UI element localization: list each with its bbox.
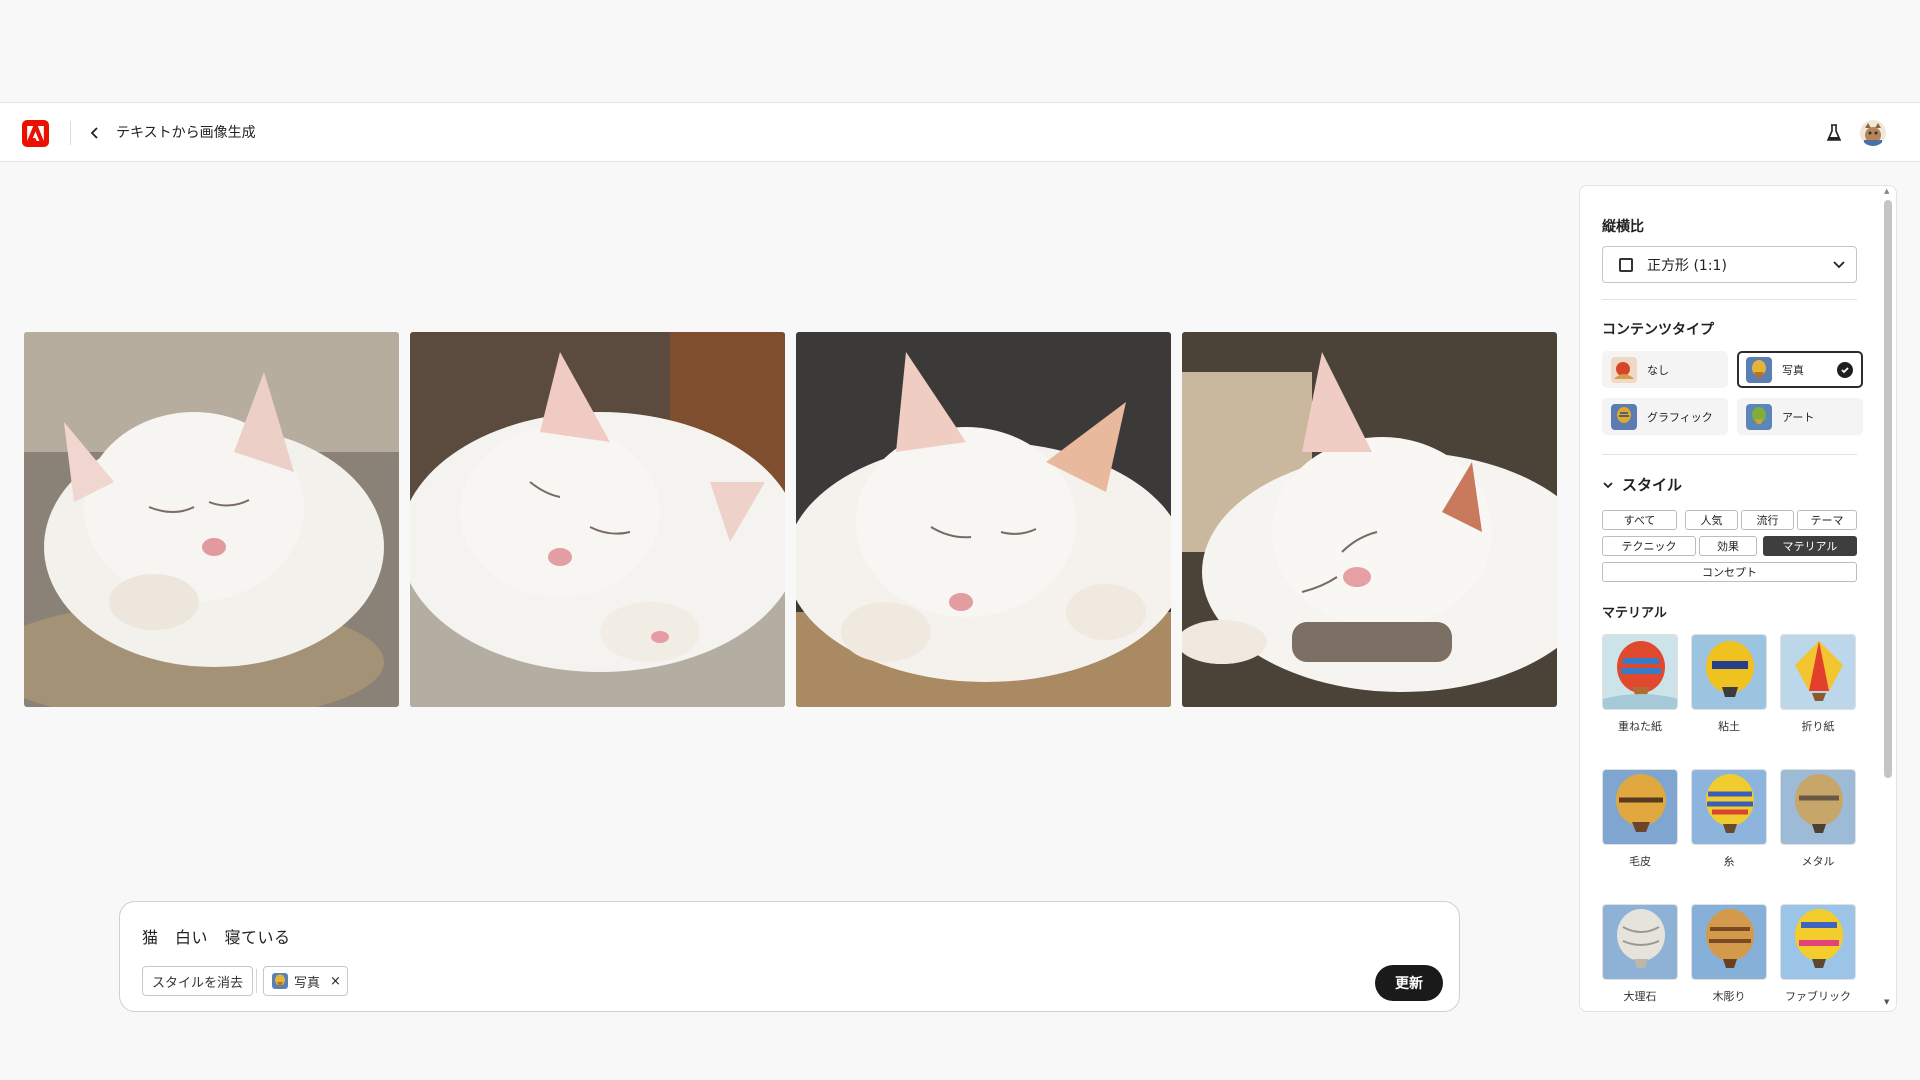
- fur-balloon-icon: [1602, 769, 1678, 845]
- material-label: 木彫り: [1712, 990, 1746, 1003]
- style-chip-label: 写真: [294, 975, 321, 991]
- style-tab-effect[interactable]: 効果: [1699, 536, 1757, 556]
- material-metal[interactable]: メタル: [1780, 769, 1856, 869]
- generated-images-gallery: [24, 332, 1557, 707]
- chip-divider: [256, 969, 257, 993]
- prompt-box: 猫 白い 寝ている スタイルを消去 写真 × 更新: [119, 901, 1460, 1012]
- settings-panel: 縦横比 正方形 (1:1) コンテンツタイプ なし 写真 グラフィック アート …: [1579, 185, 1897, 1012]
- flask-icon: [1826, 124, 1842, 141]
- clear-style-button[interactable]: スタイルを消去: [142, 966, 254, 996]
- layered-paper-balloon-icon: [1602, 634, 1678, 710]
- content-type-none[interactable]: なし: [1602, 351, 1728, 388]
- material-label: 糸: [1723, 855, 1735, 868]
- style-section-toggle[interactable]: スタイル: [1602, 474, 1682, 495]
- chevron-down-icon: [1603, 481, 1613, 488]
- art-thumbnail-icon: [1746, 403, 1772, 430]
- generated-image-4[interactable]: [1182, 332, 1557, 707]
- labs-button[interactable]: [1823, 122, 1845, 144]
- graphic-thumbnail-icon: [1611, 403, 1637, 430]
- photo-thumbnail-icon: [1746, 356, 1772, 383]
- generated-image-2[interactable]: [410, 332, 785, 707]
- chevron-left-icon: [90, 127, 98, 139]
- content-type-photo[interactable]: 写真: [1737, 351, 1863, 388]
- metal-balloon-icon: [1780, 769, 1856, 845]
- content-type-graphic-label: グラフィック: [1647, 410, 1713, 424]
- material-label: 重ねた紙: [1618, 720, 1662, 733]
- style-chip-photo[interactable]: 写真 ×: [263, 966, 348, 996]
- remove-chip-icon[interactable]: ×: [330, 974, 341, 989]
- origami-balloon-icon: [1780, 634, 1856, 710]
- none-thumbnail-icon: [1611, 356, 1637, 383]
- material-section-label: マテリアル: [1602, 606, 1667, 621]
- chevron-down-icon: [1833, 261, 1845, 269]
- panel-scrollbar[interactable]: [1884, 200, 1892, 778]
- material-layered-paper[interactable]: 重ねた紙: [1602, 634, 1678, 734]
- material-label: メタル: [1801, 855, 1835, 868]
- content-type-none-label: なし: [1647, 363, 1669, 377]
- scroll-down-arrow[interactable]: ▼: [1884, 998, 1889, 1006]
- balloon-thumbnail-icon: [272, 973, 288, 989]
- update-button[interactable]: 更新: [1375, 965, 1443, 1001]
- aspect-ratio-select[interactable]: 正方形 (1:1): [1602, 246, 1857, 283]
- style-tab-technique[interactable]: テクニック: [1602, 536, 1696, 556]
- thread-balloon-icon: [1691, 769, 1767, 845]
- clay-balloon-icon: [1691, 634, 1767, 710]
- content-type-label: コンテンツタイプ: [1602, 322, 1714, 338]
- header-divider: [70, 121, 71, 145]
- material-label: 折り紙: [1801, 720, 1835, 733]
- aspect-ratio-value: 正方形 (1:1): [1647, 257, 1727, 274]
- content-type-art-label: アート: [1782, 410, 1815, 424]
- material-origami[interactable]: 折り紙: [1780, 634, 1856, 734]
- material-label: 大理石: [1623, 990, 1657, 1003]
- material-label: 毛皮: [1629, 855, 1651, 868]
- page-title: テキストから画像生成: [116, 125, 256, 141]
- content-type-photo-label: 写真: [1782, 363, 1804, 377]
- app-header: テキストから画像生成: [0, 102, 1920, 162]
- checkmark-icon: [1837, 362, 1853, 378]
- avatar[interactable]: [1860, 120, 1886, 146]
- aspect-ratio-label: 縦横比: [1602, 219, 1644, 235]
- material-fur[interactable]: 毛皮: [1602, 769, 1678, 869]
- style-tab-all[interactable]: すべて: [1602, 510, 1677, 530]
- marble-balloon-icon: [1602, 904, 1678, 980]
- style-tab-popular[interactable]: 人気: [1685, 510, 1738, 530]
- divider: [1602, 454, 1857, 455]
- style-tab-concept[interactable]: コンセプト: [1602, 562, 1857, 582]
- fabric-balloon-icon: [1780, 904, 1856, 980]
- back-button[interactable]: [84, 122, 106, 144]
- style-tab-material[interactable]: マテリアル: [1763, 536, 1857, 556]
- material-fabric[interactable]: ファブリック: [1780, 904, 1856, 1004]
- material-marble[interactable]: 大理石: [1602, 904, 1678, 1004]
- generated-image-3[interactable]: [796, 332, 1171, 707]
- divider: [1602, 299, 1857, 300]
- style-tab-theme[interactable]: テーマ: [1797, 510, 1857, 530]
- content-type-art[interactable]: アート: [1737, 398, 1863, 435]
- material-clay[interactable]: 粘土: [1691, 634, 1767, 734]
- style-tab-trending[interactable]: 流行: [1741, 510, 1794, 530]
- generated-image-1[interactable]: [24, 332, 399, 707]
- content-type-graphic[interactable]: グラフィック: [1602, 398, 1728, 435]
- material-label: ファブリック: [1785, 990, 1851, 1003]
- wood-carving-balloon-icon: [1691, 904, 1767, 980]
- material-label: 粘土: [1718, 720, 1740, 733]
- browser-top-area: [0, 0, 1920, 102]
- material-thread[interactable]: 糸: [1691, 769, 1767, 869]
- prompt-input[interactable]: 猫 白い 寝ている: [142, 924, 291, 948]
- square-icon: [1619, 257, 1633, 272]
- style-section-label: スタイル: [1622, 476, 1683, 494]
- adobe-logo-icon[interactable]: [22, 120, 49, 147]
- material-wood-carving[interactable]: 木彫り: [1691, 904, 1767, 1004]
- scroll-up-arrow[interactable]: ▲: [1884, 187, 1889, 195]
